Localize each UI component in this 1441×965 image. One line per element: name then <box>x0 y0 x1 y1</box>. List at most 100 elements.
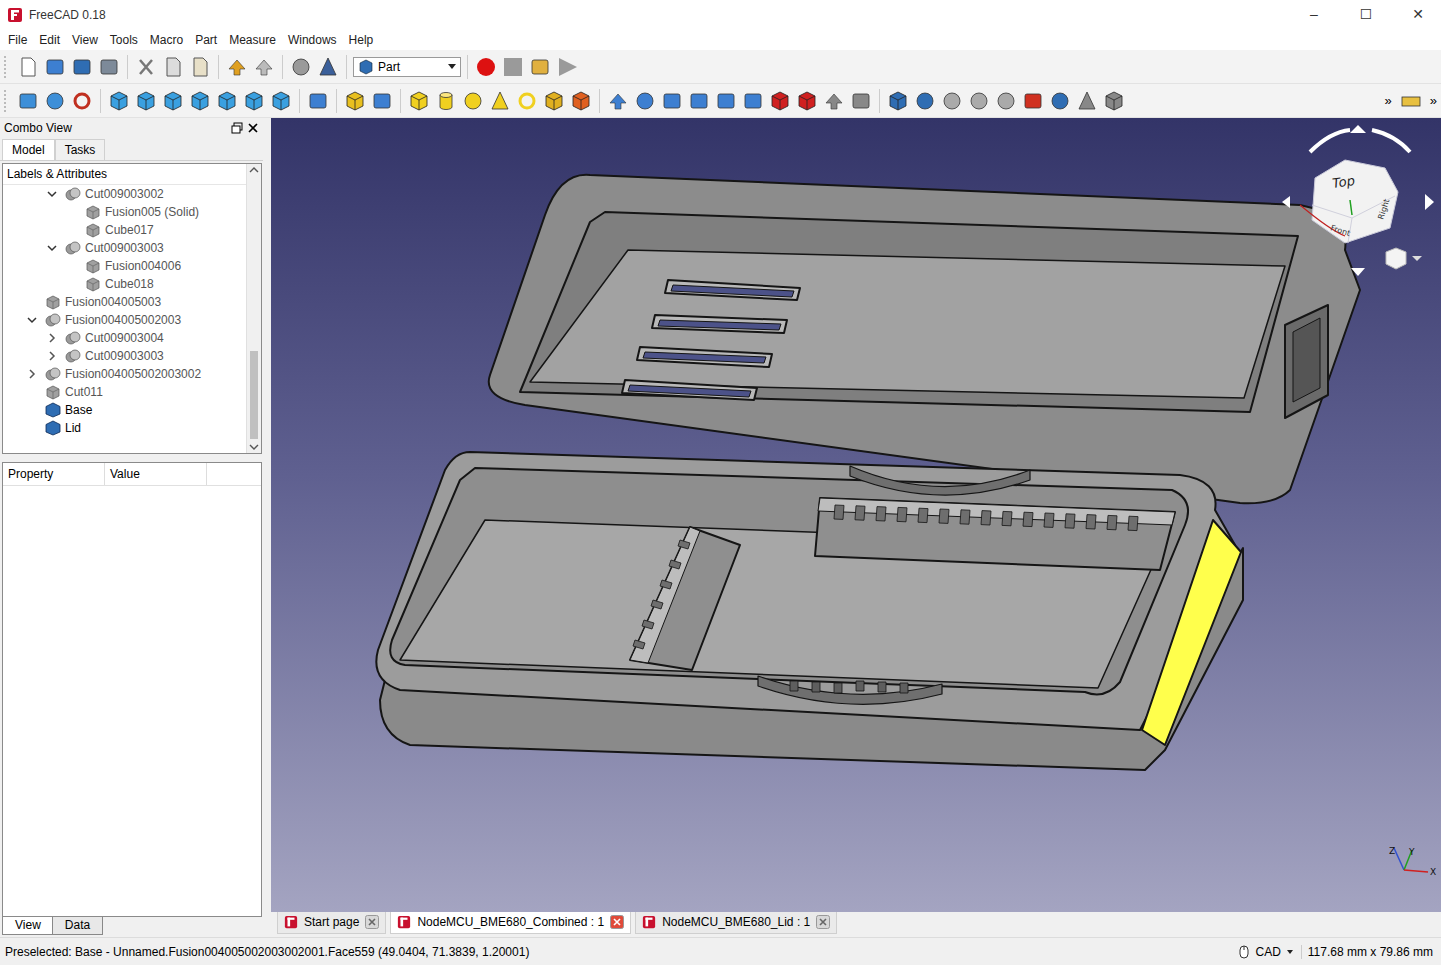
tool-icon[interactable] <box>188 89 212 113</box>
close-tab-icon[interactable] <box>610 915 624 929</box>
preselected-face[interactable] <box>1142 520 1241 745</box>
column-header[interactable]: Value <box>105 463 207 485</box>
tool-icon[interactable] <box>1102 89 1126 113</box>
document-tab[interactable]: NodeMCU_BME680_Combined : 1 <box>390 912 631 934</box>
tool-icon[interactable] <box>43 55 67 79</box>
tree-item[interactable]: Fusion004005002003002 <box>3 365 246 383</box>
chevron-down-icon[interactable] <box>47 189 57 199</box>
expander[interactable] <box>45 189 59 199</box>
tool-icon[interactable] <box>370 89 394 113</box>
tree-item[interactable]: Lid <box>3 419 246 437</box>
tool-icon[interactable] <box>501 55 525 79</box>
document-tab[interactable]: Start page <box>277 912 386 934</box>
tool-icon[interactable] <box>849 89 873 113</box>
tool-icon[interactable] <box>1048 89 1072 113</box>
menu-item[interactable]: Edit <box>33 33 66 47</box>
tree-item[interactable]: Cut009003003 <box>3 239 246 257</box>
tool-icon[interactable] <box>225 55 249 79</box>
tool-icon[interactable] <box>488 89 512 113</box>
tool-icon[interactable] <box>1021 89 1045 113</box>
tool-icon[interactable] <box>633 89 657 113</box>
workbench-dropdown[interactable]: Part <box>353 57 461 77</box>
tool-icon[interactable] <box>306 89 330 113</box>
tool-icon[interactable] <box>107 89 131 113</box>
window-control[interactable]: ✕ <box>1395 0 1441 29</box>
expander[interactable] <box>25 315 39 325</box>
rotate-arrow-icon[interactable] <box>1372 130 1410 152</box>
menu-item[interactable]: Part <box>189 33 223 47</box>
tool-icon[interactable] <box>515 89 539 113</box>
rotate-arrow-icon[interactable] <box>1310 130 1350 152</box>
tool-icon[interactable] <box>967 89 991 113</box>
window-control[interactable]: ☐ <box>1343 0 1389 29</box>
property-tab[interactable]: Data <box>52 917 103 935</box>
tool-icon[interactable] <box>768 89 792 113</box>
tool-icon[interactable] <box>188 55 212 79</box>
tree-item[interactable]: Cut009003004 <box>3 329 246 347</box>
menu-item[interactable]: Measure <box>223 33 282 47</box>
tree-item[interactable]: Fusion004006 <box>3 257 246 275</box>
tool-icon[interactable] <box>16 55 40 79</box>
tool-icon[interactable] <box>741 89 765 113</box>
up-arrow-icon[interactable] <box>1350 125 1366 133</box>
close-tab-icon[interactable] <box>816 915 830 929</box>
toolbar-overflow[interactable]: » <box>1426 93 1441 108</box>
tree-item[interactable]: Fusion004005002003 <box>3 311 246 329</box>
tree-item[interactable]: Base <box>3 401 246 419</box>
tool-icon[interactable] <box>542 89 566 113</box>
3d-scene[interactable]: TopFrontRightZYX <box>271 118 1441 912</box>
tool-icon[interactable] <box>461 89 485 113</box>
menu-item[interactable]: Help <box>343 33 380 47</box>
tool-icon[interactable] <box>994 89 1018 113</box>
tree-item[interactable]: Cut009003002 <box>3 185 246 203</box>
tool-icon[interactable] <box>269 89 293 113</box>
tool-icon[interactable] <box>134 55 158 79</box>
tree-item[interactable]: Cut009003003 <box>3 347 246 365</box>
tool-icon[interactable] <box>343 89 367 113</box>
tool-icon[interactable] <box>161 55 185 79</box>
scroll-thumb[interactable] <box>250 351 258 439</box>
menu-item[interactable]: File <box>2 33 33 47</box>
tool-icon[interactable] <box>940 89 964 113</box>
column-header[interactable]: Property <box>3 463 105 485</box>
scroll-down-icon[interactable] <box>248 441 260 453</box>
expander[interactable] <box>45 243 59 253</box>
tool-icon[interactable] <box>70 55 94 79</box>
navigation-style[interactable]: CAD <box>1231 945 1301 959</box>
view-menu-cube-icon[interactable] <box>1386 248 1406 269</box>
chevron-right-icon[interactable] <box>47 351 57 361</box>
expander[interactable] <box>45 333 59 343</box>
property-tab[interactable]: View <box>2 917 54 935</box>
chevron-right-icon[interactable] <box>47 333 57 343</box>
tool-icon[interactable] <box>913 89 937 113</box>
lid-model[interactable] <box>489 175 1360 503</box>
tool-icon[interactable] <box>70 89 94 113</box>
tool-icon[interactable] <box>215 89 239 113</box>
float-icon[interactable] <box>231 122 243 134</box>
chevron-down-icon[interactable] <box>47 243 57 253</box>
tool-icon[interactable] <box>528 55 552 79</box>
menu-item[interactable]: Macro <box>144 33 189 47</box>
tool-icon[interactable] <box>660 89 684 113</box>
combo-tab[interactable]: Model <box>2 139 55 160</box>
tool-icon[interactable] <box>43 89 67 113</box>
tree-scrollbar[interactable] <box>246 164 261 453</box>
chevron-down-icon[interactable] <box>27 315 37 325</box>
tool-icon[interactable] <box>886 89 910 113</box>
tree-item[interactable]: Cut011 <box>3 383 246 401</box>
tree-item[interactable]: Cube017 <box>3 221 246 239</box>
tool-icon[interactable] <box>134 89 158 113</box>
expander[interactable] <box>25 369 39 379</box>
tool-icon[interactable] <box>714 89 738 113</box>
tool-icon[interactable] <box>474 55 498 79</box>
menu-item[interactable]: Windows <box>282 33 343 47</box>
3d-viewport[interactable]: TopFrontRightZYX <box>271 118 1441 912</box>
cube-face-label[interactable]: Right <box>1376 198 1391 221</box>
window-control[interactable]: – <box>1291 0 1337 29</box>
tool-icon[interactable] <box>1075 89 1099 113</box>
close-tab-icon[interactable] <box>365 915 379 929</box>
tool-icon[interactable] <box>316 55 340 79</box>
right-arrow-icon[interactable] <box>1425 194 1434 210</box>
tool-icon[interactable] <box>242 89 266 113</box>
tool-icon[interactable] <box>407 89 431 113</box>
